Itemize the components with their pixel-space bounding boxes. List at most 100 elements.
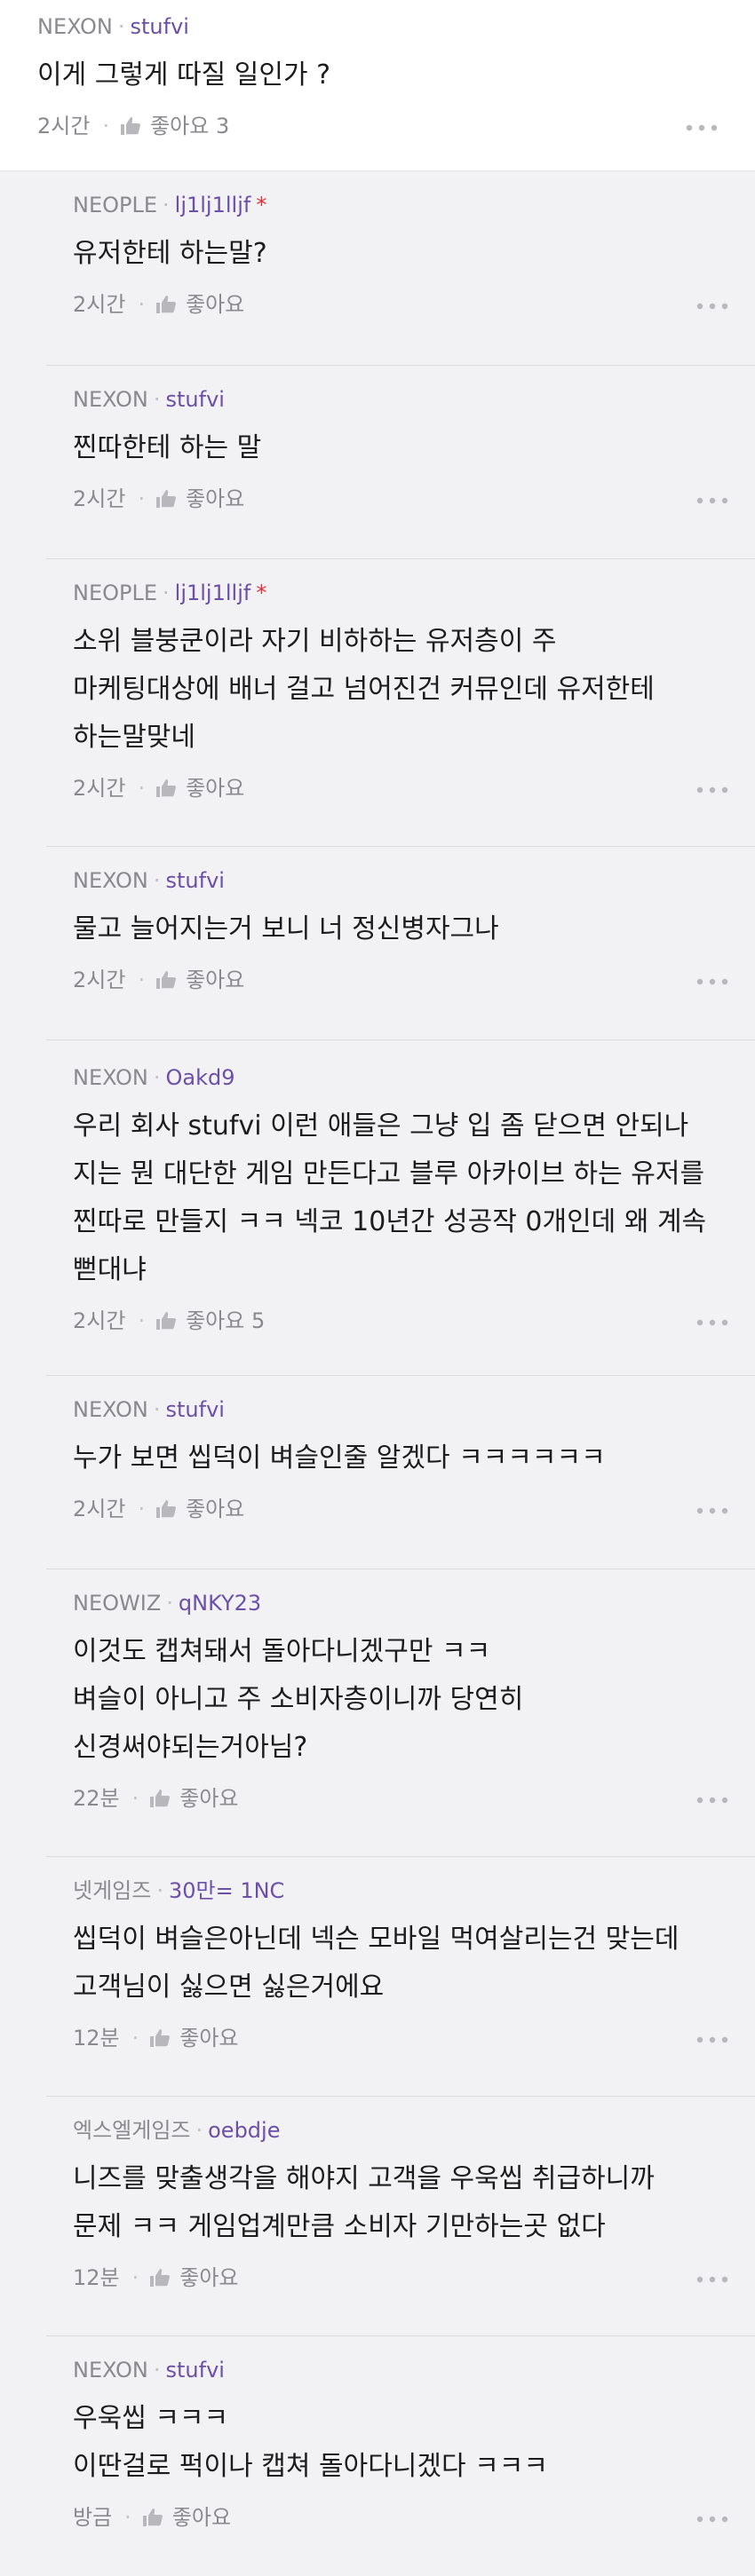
thumbs-up-icon <box>155 295 177 314</box>
more-horizontal-icon[interactable] <box>696 497 728 504</box>
thumbs-up-icon <box>155 778 177 798</box>
nickname[interactable]: stufvi <box>166 387 225 412</box>
thumbs-up-icon <box>155 1311 177 1331</box>
more-horizontal-icon[interactable] <box>696 978 728 985</box>
comment-time: 2시간 <box>73 1308 126 1333</box>
reply-list: NEOPLE · lj1lj1lljf * 유저한테 하는말? 2시간 · 좋아요 NEXON ·… <box>0 171 755 2573</box>
comment-text-line: 누가 보면 씹덕이 벼슬인줄 알겠다 ㅋㅋㅋㅋㅋㅋ <box>73 1442 606 1474</box>
comment-meta: NEOPLE · lj1lj1lljf * <box>73 581 267 605</box>
author-star: * <box>256 193 267 217</box>
like-button[interactable]: 좋아요 5 <box>155 1308 265 1333</box>
like-button[interactable]: 좋아요 <box>155 292 244 317</box>
more-horizontal-icon[interactable] <box>696 1797 728 1804</box>
more-horizontal-icon[interactable] <box>696 2036 728 2043</box>
comment-footer: 12분 · 좋아요 <box>73 2262 728 2297</box>
company-label: 넷게임즈 <box>73 1878 152 1903</box>
like-button[interactable]: 좋아요 <box>155 486 244 511</box>
nickname[interactable]: stufvi <box>166 2358 225 2382</box>
comment-text-line: 찐따한테 하는 말 <box>73 432 262 463</box>
thumbs-up-icon <box>149 2028 171 2048</box>
more-horizontal-icon[interactable] <box>696 1507 728 1514</box>
comment-text-line: 소위 블붕쿤이라 자기 비하하는 유저층이 주 <box>73 626 557 657</box>
comment-text: 니즈를 맞출생각을 해야지 고객을 우욱씹 취급하니까문제 ㅋㅋ 게임업계만큼 … <box>73 2155 728 2251</box>
nickname[interactable]: lj1lj1lljf <box>175 581 251 605</box>
company-label: NEXON <box>73 387 148 412</box>
comment-text: 이것도 캡쳐돼서 돌아다니겠구만 ㅋㅋ 벼슬이 아니고 주 소비자층이니까 당연히… <box>73 1628 728 1772</box>
nickname[interactable]: qNKY23 <box>179 1591 261 1616</box>
thumbs-up-icon <box>149 1789 171 1808</box>
comment-meta: 넷게임즈 · 30만= 1NC <box>73 1878 285 1903</box>
like-button[interactable]: 좋아요 <box>149 1786 239 1811</box>
comment-text: 우욱씹 ㅋㅋㅋ 이딴걸로 퍽이나 캡쳐 돌아다니겠다 ㅋㅋㅋ <box>73 2395 728 2491</box>
reply-comment: NEOPLE · lj1lj1lljf * 유저한테 하는말? 2시간 · 좋아요 <box>46 171 755 366</box>
comment-text-line: 하는말맞네 <box>73 722 195 753</box>
reply-comment: 엑스엘게임즈 · oebdje 니즈를 맞출생각을 해야지 고객을 우욱씹 취급하니까… <box>46 2097 755 2336</box>
comment-footer: 2시간 · 좋아요 <box>73 288 728 324</box>
reply-comment: 넷게임즈 · 30만= 1NC 씹덕이 벼슬은아닌데 넥슨 모바일 먹여살리는건 맞는… <box>46 1857 755 2097</box>
more-horizontal-icon[interactable] <box>696 2276 728 2283</box>
like-button[interactable]: 좋아요 <box>155 776 244 801</box>
comment-text: 유저한테 하는말? <box>73 230 728 278</box>
comment-text-line: 신경써야되는거아님? <box>73 1732 308 1763</box>
nickname[interactable]: stufvi <box>166 1397 225 1422</box>
comment-text-line: 니즈를 맞출생각을 해야지 고객을 우욱씹 취급하니까 <box>73 2163 655 2194</box>
like-label: 좋아요 <box>186 968 245 992</box>
like-label: 좋아요 <box>186 776 245 801</box>
company-label: NEOPLE <box>73 581 158 605</box>
like-label: 좋아요 <box>171 2505 232 2530</box>
comment-text-line: 고객님이 싫으면 싫은거에요 <box>73 1972 385 2003</box>
company-label: 엑스엘게임즈 <box>73 2118 191 2143</box>
comment-meta: NEXON · stufvi <box>73 2358 225 2382</box>
thumbs-up-icon <box>142 2508 163 2527</box>
more-horizontal-icon[interactable] <box>696 1319 728 1326</box>
comment-meta: NEXON · Oakd9 <box>73 1065 235 1090</box>
nickname[interactable]: 30만= 1NC <box>169 1878 284 1903</box>
comment-footer: 2시간 · 좋아요 <box>73 483 728 518</box>
comment-footer: 2시간 · 좋아요 <box>73 1493 728 1529</box>
comment-text-line: 물고 늘어지는거 보니 너 정신병자그나 <box>73 913 499 944</box>
like-label: 좋아요 <box>179 2026 239 2051</box>
like-button[interactable]: 좋아요 <box>155 1497 244 1521</box>
like-button[interactable]: 좋아요 <box>155 968 244 992</box>
reply-comment: NEOPLE · lj1lj1lljf * 소위 블붕쿤이라 자기 비하하는 유저층이 … <box>46 559 755 847</box>
comment-meta: NEXON · stufvi <box>73 868 225 893</box>
company-label: NEOWIZ <box>73 1591 162 1616</box>
comment-footer: 22분 · 좋아요 <box>73 1782 728 1818</box>
like-button[interactable]: 좋아요 <box>149 2265 239 2290</box>
company-label: NEXON <box>73 1065 148 1090</box>
more-horizontal-icon[interactable] <box>696 303 728 310</box>
thumbs-up-icon <box>155 1499 177 1519</box>
comment-time: 12분 <box>73 2265 120 2290</box>
comment-text: 씹덕이 벼슬은아닌데 넥슨 모바일 먹여살리는건 맞는데 고객님이 싫으면 싫은거… <box>73 1916 728 2011</box>
comment-meta: 엑스엘게임즈 · oebdje <box>73 2118 281 2143</box>
comment-time: 22분 <box>73 1786 120 1811</box>
like-label: 좋아요 <box>186 292 245 317</box>
like-button[interactable]: 좋아요 3 <box>120 114 229 138</box>
like-button[interactable]: 좋아요 <box>149 2026 239 2051</box>
comment-time: 2시간 <box>73 292 126 317</box>
nickname[interactable]: oebdje <box>208 2118 280 2143</box>
comment-text: 누가 보면 씹덕이 벼슬인줄 알겠다 ㅋㅋㅋㅋㅋㅋ <box>73 1434 728 1482</box>
nickname[interactable]: Oakd9 <box>166 1065 235 1090</box>
more-horizontal-icon[interactable] <box>696 2516 728 2523</box>
comment-time: 2시간 <box>73 968 126 992</box>
reply-comment: NEXON · Oakd9 우리 회사 stufvi 이런 애들은 그냥 입 좀 닫으… <box>46 1040 755 1376</box>
comment-text-line: 문제 ㅋㅋ 게임업계만큼 소비자 기만하는곳 없다 <box>73 2211 606 2242</box>
reply-comment: NEXON · stufvi 찐따한테 하는 말 2시간 · 좋아요 <box>46 366 755 559</box>
comment-text: 소위 블붕쿤이라 자기 비하하는 유저층이 주 마케팅대상에 배너 걸고 넘어진건… <box>73 618 728 762</box>
author-star: * <box>256 581 267 605</box>
nickname[interactable]: stufvi <box>166 868 225 893</box>
more-horizontal-icon[interactable] <box>686 124 718 131</box>
comment-footer: 2시간 · 좋아요 5 <box>73 1305 728 1340</box>
comment-footer: 2시간 · 좋아요 <box>73 964 728 1000</box>
comment-time: 2시간 <box>73 486 126 511</box>
thumbs-up-icon <box>155 970 177 990</box>
nickname[interactable]: lj1lj1lljf <box>175 193 251 217</box>
comment-footer: 2시간 · 좋아요 <box>73 772 728 808</box>
nickname[interactable]: stufvi <box>131 14 189 39</box>
like-label: 좋아요 <box>179 2265 239 2290</box>
more-horizontal-icon[interactable] <box>696 786 728 794</box>
comment-time: 방금 <box>73 2505 113 2530</box>
like-button[interactable]: 좋아요 <box>142 2505 231 2530</box>
reply-comment: NEXON · stufvi 물고 늘어지는거 보니 너 정신병자그나 2시간 · 좋아요 <box>46 847 755 1040</box>
